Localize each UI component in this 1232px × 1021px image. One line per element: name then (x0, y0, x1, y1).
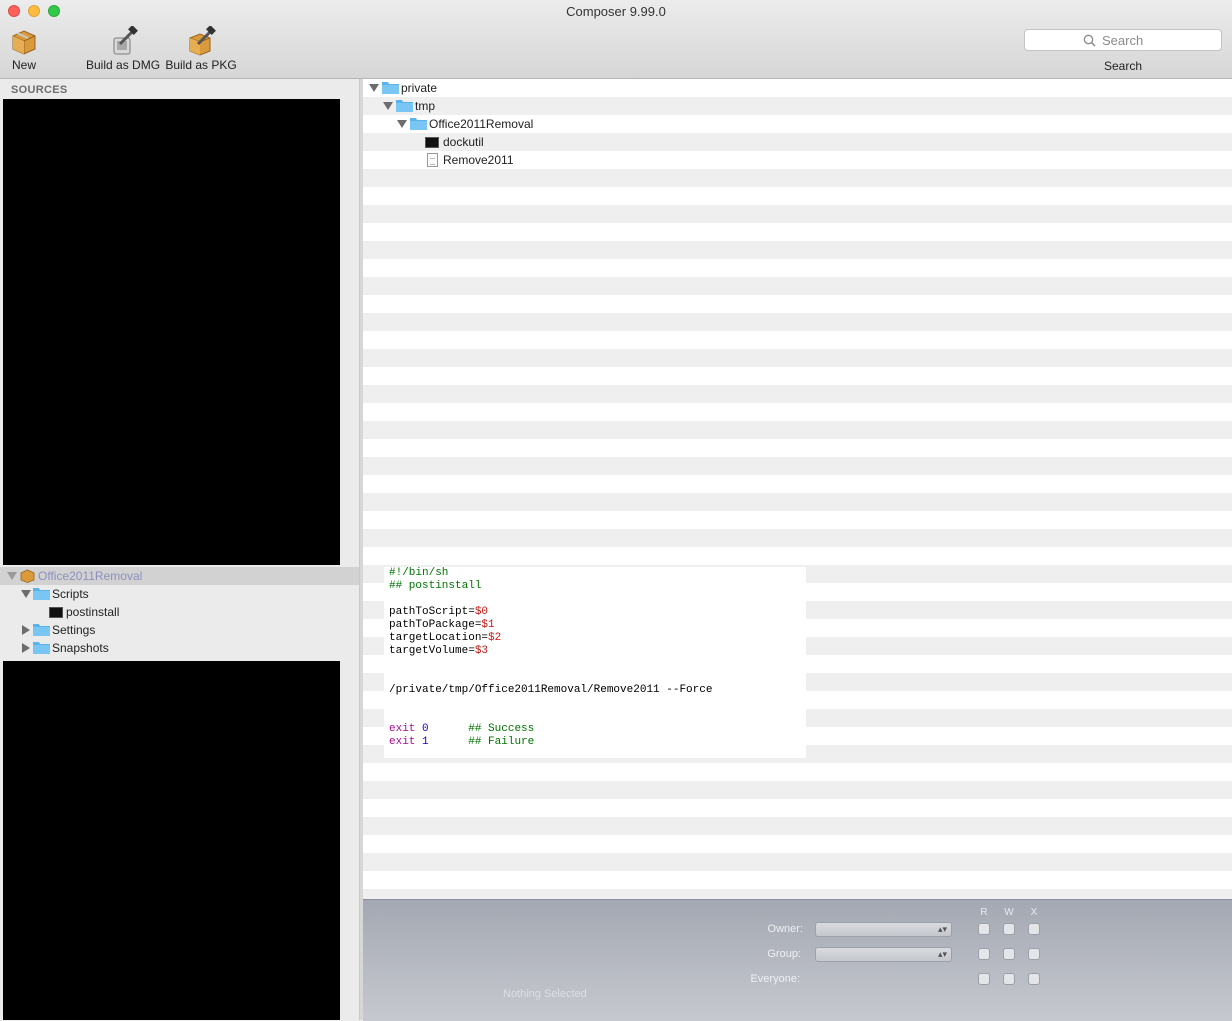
search-icon (1083, 34, 1096, 47)
code-line: ## postinstall (389, 580, 482, 592)
code-line: pathToScript=$0 (389, 606, 489, 618)
code-line: exit 0 ## Success (389, 723, 535, 735)
terminal-icon (49, 607, 63, 618)
disclosure-triangle-icon[interactable] (369, 84, 379, 92)
group-read-checkbox[interactable] (978, 948, 990, 960)
package-icon (20, 569, 35, 583)
package-row[interactable]: Office2011Removal (0, 567, 359, 585)
stepper-arrows-icon: ▴▾ (937, 924, 947, 934)
permissions-panel: R W X Owner: ▴▾ Group: ▴▾ Everyone: Noth… (363, 899, 1232, 1021)
file-tree: private tmp Office2011Removal dockutil R… (363, 79, 1232, 899)
code-line: targetVolume=$3 (389, 645, 489, 657)
execute-column-header: X (1030, 907, 1038, 918)
everyone-write-checkbox[interactable] (1003, 973, 1015, 985)
new-button-label: New (11, 58, 36, 72)
folder-icon (33, 624, 50, 636)
window-title: Composer 9.99.0 (566, 4, 666, 19)
everyone-label: Everyone: (750, 973, 800, 985)
search-label: Search (1103, 59, 1143, 73)
sources-sidebar: SOURCES Office2011Removal Scripts postin… (0, 79, 360, 1020)
tree-item-label: tmp (415, 99, 436, 113)
sidebar-item-label: postinstall (66, 605, 120, 619)
build-pkg-button[interactable]: Build as PKG (165, 26, 237, 72)
terminal-icon (425, 137, 439, 148)
folder-icon (33, 642, 50, 654)
owner-read-checkbox[interactable] (978, 923, 990, 935)
build-dmg-button[interactable]: Build as DMG (86, 26, 160, 72)
disclosure-triangle-icon[interactable] (7, 572, 17, 580)
search-placeholder: Search (1102, 33, 1144, 48)
disclosure-triangle-icon[interactable] (383, 102, 393, 110)
document-icon (427, 153, 438, 167)
group-execute-checkbox[interactable] (1028, 948, 1040, 960)
code-line: #!/bin/sh (389, 567, 449, 579)
build-dmg-label: Build as DMG (86, 58, 161, 72)
disk-image-hammer-icon (113, 26, 138, 55)
owner-write-checkbox[interactable] (1003, 923, 1015, 935)
tree-item-label: Remove2011 (443, 153, 514, 167)
package-box-icon (12, 30, 36, 55)
disclosure-triangle-icon[interactable] (22, 643, 30, 653)
folder-icon (33, 588, 50, 600)
read-column-header: R (980, 907, 988, 918)
snapshots-list-area[interactable] (3, 661, 340, 1020)
group-select[interactable]: ▴▾ (815, 947, 952, 962)
new-button[interactable]: New (6, 26, 42, 72)
write-column-header: W (1004, 907, 1014, 918)
disclosure-triangle-icon[interactable] (22, 625, 30, 635)
sources-header: SOURCES (11, 84, 68, 96)
tree-item-label: private (401, 81, 438, 95)
tree-item-label: Office2011Removal (429, 117, 534, 131)
group-label: Group: (767, 948, 801, 960)
disclosure-triangle-icon[interactable] (397, 120, 407, 128)
owner-label: Owner: (767, 923, 803, 935)
script-editor[interactable]: #!/bin/sh ## postinstall pathToScript=$0… (384, 567, 806, 758)
window-toolbar: Composer 9.99.0 New Build as DMG Build a… (0, 0, 1232, 79)
folder-icon (382, 82, 399, 94)
owner-select[interactable]: ▴▾ (815, 922, 952, 937)
build-pkg-label: Build as PKG (165, 58, 237, 72)
selection-status: Nothing Selected (503, 988, 587, 1000)
search-field[interactable]: Search (1024, 29, 1222, 51)
sidebar-item-label: Settings (52, 623, 96, 637)
stepper-arrows-icon: ▴▾ (937, 949, 947, 959)
sidebar-item-label: Snapshots (52, 641, 109, 655)
sources-list-area[interactable] (3, 99, 340, 565)
folder-icon (410, 118, 427, 130)
tree-item-label: dockutil (443, 135, 484, 149)
package-name: Office2011Removal (38, 569, 143, 583)
package-hammer-icon (189, 26, 216, 56)
code-line: targetLocation=$2 (389, 632, 502, 644)
everyone-read-checkbox[interactable] (978, 973, 990, 985)
sidebar-item-label: Scripts (52, 587, 89, 601)
code-line: /private/tmp/Office2011Removal/Remove201… (389, 684, 713, 696)
group-write-checkbox[interactable] (1003, 948, 1015, 960)
code-line: pathToPackage=$1 (389, 619, 495, 631)
code-line: exit 1 ## Failure (389, 736, 535, 748)
everyone-execute-checkbox[interactable] (1028, 973, 1040, 985)
disclosure-triangle-icon[interactable] (21, 590, 31, 598)
owner-execute-checkbox[interactable] (1028, 923, 1040, 935)
folder-icon (396, 100, 413, 112)
